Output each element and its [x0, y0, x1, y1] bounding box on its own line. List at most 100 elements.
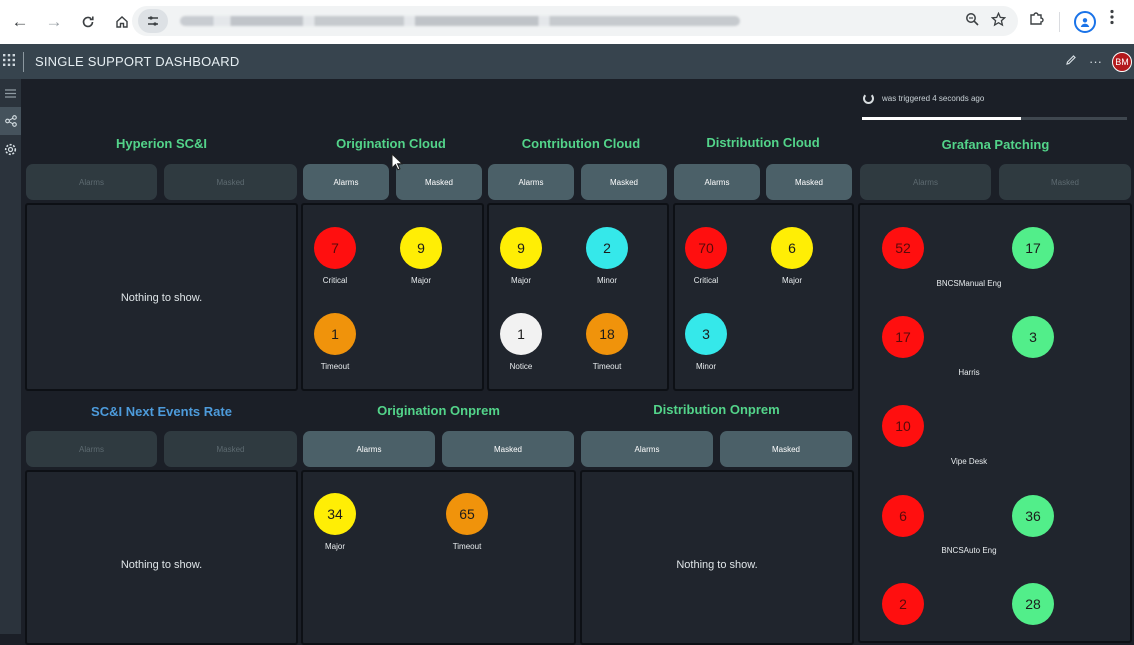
back-arrow-icon[interactable]: ← — [6, 8, 34, 36]
edit-pencil-icon[interactable] — [1065, 54, 1077, 69]
app-header: SINGLE SUPPORT DASHBOARD ··· BM — [0, 44, 1134, 79]
major-count-circle[interactable]: 9 — [400, 227, 442, 269]
notice-label: Notice — [509, 362, 533, 371]
empty-message: Nothing to show. — [676, 559, 758, 571]
refresh-status-text: was triggered 4 seconds ago — [882, 94, 985, 103]
hyperion-alarms-button[interactable]: Alarms — [26, 164, 157, 200]
timeout-count-circle[interactable]: 65 — [446, 493, 488, 535]
contribution-cloud-masked-button[interactable]: Masked — [581, 164, 667, 200]
left-sidebar — [0, 79, 21, 634]
distribution-cloud-masked-button[interactable]: Masked — [766, 164, 852, 200]
group-label: BNCSAuto Eng — [941, 546, 997, 555]
panel-title-events-rate: SC&I Next Events Rate — [91, 404, 232, 419]
hamburger-menu-icon[interactable] — [0, 79, 21, 107]
reload-icon[interactable] — [74, 8, 102, 36]
refresh-progress-fill — [862, 117, 1021, 120]
browser-toolbar: ← → — [0, 0, 1134, 44]
origination-onprem-masked-button[interactable]: Masked — [442, 431, 574, 467]
empty-message: Nothing to show. — [120, 559, 203, 571]
refresh-status: was triggered 4 seconds ago — [863, 93, 984, 104]
settings-gear-icon[interactable] — [0, 135, 21, 163]
grafana-masked-button[interactable]: Masked — [999, 164, 1131, 200]
group-label: Vipe Desk — [950, 457, 988, 466]
panel-title-origination-onprem: Origination Onprem — [377, 403, 500, 418]
timeout-label: Timeout — [452, 542, 482, 551]
address-bar[interactable] — [132, 6, 1018, 36]
share-nodes-icon[interactable] — [0, 107, 21, 135]
critical-count-circle[interactable]: 70 — [685, 227, 727, 269]
green-count-circle[interactable]: 3 — [1012, 316, 1054, 358]
distribution-onprem-alarms-button[interactable]: Alarms — [581, 431, 713, 467]
green-count-circle[interactable]: 17 — [1012, 227, 1054, 269]
grafana-alarms-button[interactable]: Alarms — [860, 164, 991, 200]
group-label: Harris — [958, 368, 980, 377]
timeout-label: Timeout — [320, 362, 350, 371]
contribution-cloud-alarms-button[interactable]: Alarms — [488, 164, 574, 200]
mouse-cursor-icon — [391, 153, 403, 171]
group-label: BNCSManual Eng — [936, 279, 1002, 288]
app-grid-icon[interactable] — [3, 54, 19, 69]
header-divider — [23, 51, 24, 72]
red-count-circle[interactable]: 17 — [882, 316, 924, 358]
origination-onprem-panel-body: 34 Major 65 Timeout — [301, 470, 576, 645]
url-text-blurred — [180, 16, 740, 26]
minor-count-circle[interactable]: 2 — [586, 227, 628, 269]
more-options-icon[interactable]: ··· — [1089, 54, 1102, 69]
star-icon[interactable] — [990, 11, 1007, 31]
major-count-circle[interactable]: 6 — [771, 227, 813, 269]
panel-title-distribution-cloud: Distribution Cloud — [706, 135, 820, 150]
loading-spinner-icon — [863, 93, 874, 104]
timeout-count-circle[interactable]: 1 — [314, 313, 356, 355]
origination-onprem-alarms-button[interactable]: Alarms — [303, 431, 435, 467]
critical-count-circle[interactable]: 7 — [314, 227, 356, 269]
panel-title-distribution-onprem: Distribution Onprem — [653, 402, 780, 417]
grafana-panel-body: 52 17 BNCSManual Eng 17 3 Harris 10 Vipe… — [858, 203, 1132, 643]
critical-label: Critical — [693, 276, 719, 285]
profile-icon[interactable] — [1074, 11, 1096, 33]
distribution-cloud-alarms-button[interactable]: Alarms — [674, 164, 760, 200]
green-count-circle[interactable]: 36 — [1012, 495, 1054, 537]
red-count-circle[interactable]: 52 — [882, 227, 924, 269]
origination-cloud-panel-body: 7 Critical 9 Major 1 Timeout — [301, 203, 484, 391]
red-count-circle[interactable]: 10 — [882, 405, 924, 447]
origination-cloud-alarms-button[interactable]: Alarms — [303, 164, 389, 200]
distribution-onprem-masked-button[interactable]: Masked — [720, 431, 852, 467]
major-count-circle[interactable]: 9 — [500, 227, 542, 269]
hyperion-masked-button[interactable]: Masked — [164, 164, 297, 200]
forward-arrow-icon[interactable]: → — [40, 8, 68, 36]
puzzle-icon[interactable] — [1028, 10, 1044, 31]
events-rate-alarms-button[interactable]: Alarms — [26, 431, 157, 467]
major-count-circle[interactable]: 34 — [314, 493, 356, 535]
empty-message: Nothing to show. — [120, 292, 203, 304]
contribution-cloud-panel-body: 9 Major 2 Minor 1 Notice 18 Timeout — [487, 203, 669, 391]
major-label: Major — [324, 542, 345, 551]
timeout-count-circle[interactable]: 18 — [586, 313, 628, 355]
major-label: Major — [781, 276, 802, 285]
red-count-circle[interactable]: 6 — [882, 495, 924, 537]
events-rate-masked-button[interactable]: Masked — [164, 431, 297, 467]
panel-title-origination-cloud: Origination Cloud — [336, 136, 446, 151]
minor-label: Minor — [596, 276, 617, 285]
major-label: Major — [410, 276, 431, 285]
critical-label: Critical — [322, 276, 348, 285]
panel-title-grafana-patching: Grafana Patching — [941, 137, 1050, 152]
green-count-circle[interactable]: 28 — [1012, 583, 1054, 625]
user-avatar[interactable]: BM — [1112, 51, 1132, 72]
hyperion-panel-body: Nothing to show. — [25, 203, 298, 391]
major-label: Major — [510, 276, 531, 285]
refresh-progress-bar — [862, 117, 1127, 120]
red-count-circle[interactable]: 2 — [882, 583, 924, 625]
toolbar-divider — [1059, 12, 1060, 32]
distribution-onprem-panel-body: Nothing to show. — [580, 470, 854, 645]
origination-cloud-masked-button[interactable]: Masked — [396, 164, 482, 200]
notice-count-circle[interactable]: 1 — [500, 313, 542, 355]
kebab-icon[interactable] — [1110, 9, 1114, 30]
page-title: SINGLE SUPPORT DASHBOARD — [35, 54, 240, 69]
panel-title-hyperion: Hyperion SC&I — [115, 136, 207, 151]
minor-count-circle[interactable]: 3 — [685, 313, 727, 355]
zoom-icon[interactable] — [965, 12, 979, 31]
tune-icon[interactable] — [138, 9, 168, 33]
timeout-label: Timeout — [592, 362, 622, 371]
events-rate-panel-body: Nothing to show. — [25, 470, 298, 645]
minor-label: Minor — [695, 362, 716, 371]
